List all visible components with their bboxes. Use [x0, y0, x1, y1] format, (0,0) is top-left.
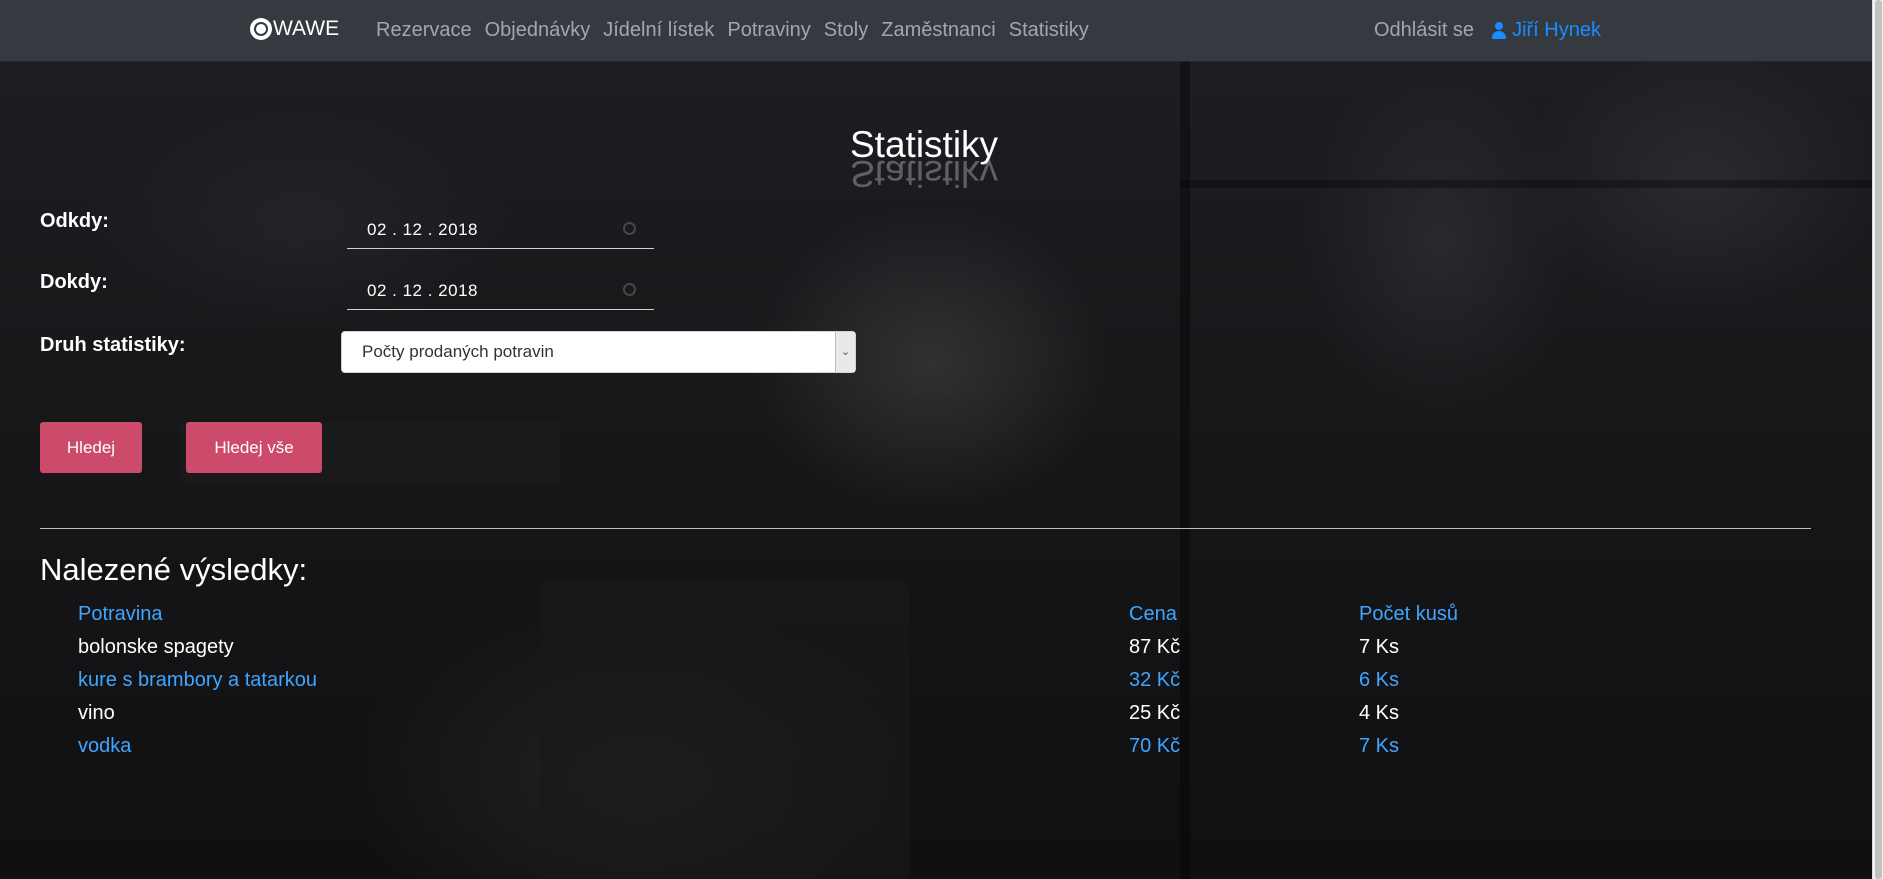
header-pocet-kusu: Počet kusů	[1359, 603, 1458, 625]
cell-food: bolonske spagety	[78, 636, 234, 658]
nav-item-statistiky[interactable]: Statistiky	[1009, 19, 1089, 42]
cell-price: 70 Kč	[1129, 735, 1181, 757]
nav-right: Odhlásit se Jiří Hynek	[1374, 19, 1601, 42]
user-icon	[1492, 22, 1507, 39]
results-title: Nalezené výsledky:	[40, 552, 308, 587]
to-label: Dokdy:	[40, 271, 108, 293]
nav-item-objednavky[interactable]: Objednávky	[485, 19, 591, 42]
page-title-wrap: Statistiky Statistiky	[850, 123, 998, 188]
chevron-down-icon[interactable]: ⌄	[835, 332, 855, 372]
cell-count: 7 Ks	[1359, 636, 1400, 658]
cell-food: vodka	[78, 735, 132, 757]
to-date-input[interactable]: 02 . 12 . 2018	[347, 270, 654, 310]
nav-item-stoly[interactable]: Stoly	[824, 19, 868, 42]
nav-item-zamestnanci[interactable]: Zaměstnanci	[881, 19, 996, 42]
table-header-row: Potravina Cena Počet kusů	[78, 603, 1478, 636]
cell-price: 25 Kč	[1129, 702, 1181, 724]
cell-count: 7 Ks	[1359, 735, 1400, 757]
cell-count: 6 Ks	[1359, 669, 1400, 691]
page-scrollbar[interactable]	[1872, 0, 1883, 879]
table-row: vodka 70 Kč 7 Ks	[78, 735, 1478, 768]
table-row: kure s brambory a tatarkou 32 Kč 6 Ks	[78, 669, 1478, 702]
results-table: Potravina Cena Počet kusů bolonske spage…	[78, 603, 1478, 768]
search-all-button[interactable]: Hledej vše	[186, 422, 322, 473]
from-label: Odkdy:	[40, 210, 109, 232]
cell-price: 87 Kč	[1129, 636, 1181, 658]
type-label: Druh statistiky:	[40, 334, 186, 356]
nav-item-jidelni-listek[interactable]: Jídelní lístek	[603, 19, 714, 42]
calendar-icon[interactable]	[623, 222, 636, 235]
table-row: bolonske spagety 87 Kč 7 Ks	[78, 636, 1478, 669]
statistics-type-select[interactable]: Počty prodaných potravin ⌄	[341, 331, 856, 373]
brand-name: WAWE	[273, 17, 340, 40]
nav-item-rezervace[interactable]: Rezervace	[376, 19, 472, 42]
cell-count: 4 Ks	[1359, 702, 1400, 724]
from-date-input[interactable]: 02 . 12 . 2018	[347, 209, 654, 249]
header-potravina: Potravina	[78, 603, 163, 625]
logout-link[interactable]: Odhlásit se	[1374, 19, 1474, 42]
scrollbar-thumb[interactable]	[1875, 0, 1882, 879]
circle-logo-icon	[250, 18, 272, 40]
cell-price: 32 Kč	[1129, 669, 1181, 691]
table-row: vino 25 Kč 4 Ks	[78, 702, 1478, 735]
from-date-value: 02 . 12 . 2018	[367, 220, 478, 239]
nav-item-potraviny[interactable]: Potraviny	[727, 19, 810, 42]
cell-food: vino	[78, 702, 115, 724]
to-date-value: 02 . 12 . 2018	[367, 281, 478, 300]
user-link[interactable]: Jiří Hynek	[1492, 19, 1601, 42]
header-cena: Cena	[1129, 603, 1177, 625]
statistics-type-value: Počty prodaných potravin	[362, 342, 554, 361]
cell-food: kure s brambory a tatarkou	[78, 669, 317, 691]
navbar: WAWE Rezervace Objednávky Jídelní lístek…	[0, 0, 1872, 62]
nav-links: Rezervace Objednávky Jídelní lístek Potr…	[376, 19, 1102, 42]
page-title-reflection: Statistiky	[850, 158, 999, 188]
user-name: Jiří Hynek	[1512, 19, 1601, 41]
calendar-icon[interactable]	[623, 283, 636, 296]
divider	[40, 528, 1811, 529]
search-button[interactable]: Hledej	[40, 422, 142, 473]
brand[interactable]: WAWE	[250, 17, 339, 41]
